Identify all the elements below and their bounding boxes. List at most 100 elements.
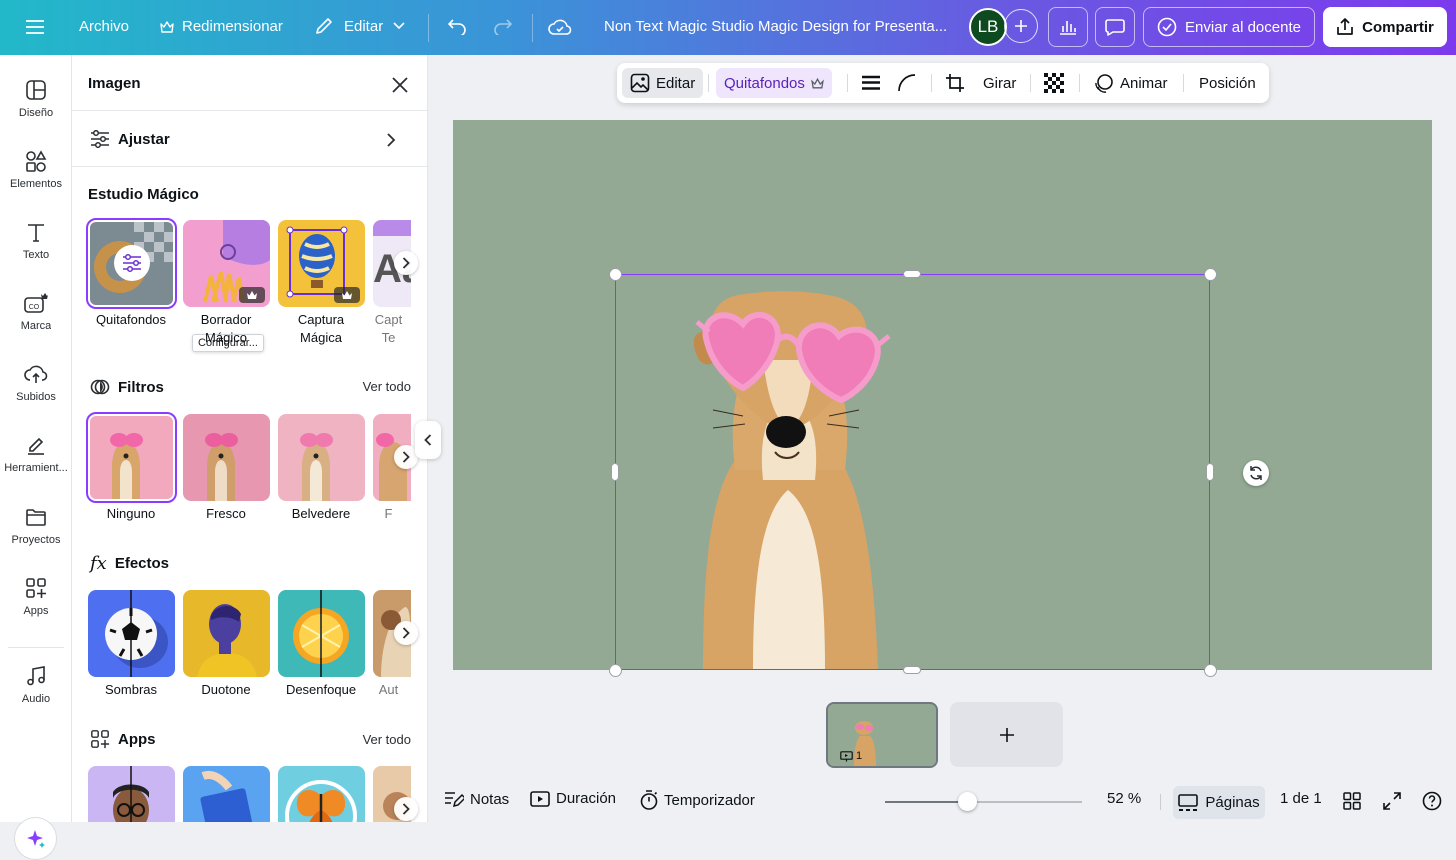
chevron-right-icon[interactable] [394, 797, 418, 821]
timer-button[interactable]: Temporizador [640, 790, 755, 810]
insights-button[interactable] [1048, 7, 1088, 47]
cloud-sync-icon[interactable] [543, 10, 577, 44]
resize-handle-top[interactable] [903, 270, 921, 278]
edit-mode-dropdown[interactable]: Editar [314, 16, 405, 36]
effect-blur[interactable] [278, 590, 365, 677]
fullscreen-button[interactable] [1383, 792, 1401, 810]
resize-handle-top-left[interactable] [609, 268, 622, 281]
animate-button[interactable]: Animar [1094, 68, 1168, 98]
rail-item-design[interactable]: Diseño [0, 79, 72, 119]
filters-see-all-link[interactable]: Ver todo [363, 379, 411, 394]
orange-slice-thumbnail [278, 590, 365, 677]
rail-item-apps[interactable]: Apps [0, 577, 72, 617]
rail-item-uploads[interactable]: Subidos [0, 363, 72, 403]
page-count: 1 de 1 [1280, 790, 1322, 807]
undo-icon[interactable] [440, 10, 474, 44]
resize-handle-bottom-left[interactable] [609, 664, 622, 677]
border-style-button[interactable] [862, 68, 880, 98]
magic-assistant-button[interactable] [14, 817, 57, 860]
avatar[interactable]: LB [969, 8, 1007, 46]
rotate-handle[interactable] [1243, 460, 1269, 486]
resize-handle-left[interactable] [611, 463, 619, 481]
tile-label: Duotone [201, 682, 251, 697]
rail-label: Texto [22, 249, 50, 261]
rail-label: Elementos [10, 178, 62, 190]
presentation-icon [840, 750, 853, 762]
notes-button[interactable]: Notas [444, 790, 509, 808]
add-collaborator-button[interactable] [1004, 9, 1038, 43]
file-menu-label: Archivo [79, 18, 130, 35]
rail-item-projects[interactable]: Proyectos [0, 506, 72, 546]
app-tile[interactable] [88, 766, 175, 822]
divider [708, 74, 709, 92]
tile-label: Sombras [104, 682, 158, 697]
rail-item-brand[interactable]: CO Marca [0, 292, 72, 332]
crop-button[interactable] [945, 68, 965, 98]
corner-rounding-button[interactable] [898, 68, 916, 98]
draw-tool-icon [25, 434, 47, 456]
tile-bg-remover[interactable] [86, 218, 177, 309]
resize-button[interactable]: Redimensionar [160, 18, 283, 35]
tile-label: Ninguno [106, 506, 156, 521]
duration-button[interactable]: Duración [530, 790, 616, 807]
resize-handle-top-right[interactable] [1204, 268, 1217, 281]
edit-image-button[interactable]: Editar [622, 68, 704, 98]
effect-shadows[interactable] [88, 590, 175, 677]
filter-belvedere[interactable] [278, 414, 365, 501]
close-icon[interactable] [388, 73, 412, 97]
add-page-button[interactable] [950, 702, 1063, 767]
rail-item-tools[interactable]: Herramient... [0, 434, 72, 474]
tile-magic-grab[interactable] [278, 220, 365, 307]
divider [428, 14, 429, 42]
app-tile[interactable] [278, 766, 365, 822]
resize-handle-right[interactable] [1206, 463, 1214, 481]
chevron-right-icon[interactable] [386, 133, 396, 147]
divider [931, 74, 932, 92]
pages-button[interactable]: Páginas [1173, 786, 1265, 819]
page-thumbnail[interactable]: 1 [826, 702, 938, 768]
magic-studio-title-text: Estudio Mágico [88, 186, 199, 203]
redo-icon[interactable] [486, 10, 520, 44]
file-menu[interactable]: Archivo [79, 18, 129, 35]
plus-icon [999, 727, 1015, 743]
menu-icon[interactable] [18, 10, 52, 44]
resize-handle-bottom-right[interactable] [1204, 664, 1217, 677]
filter-fresco[interactable] [183, 414, 270, 501]
flip-button[interactable]: Girar [983, 68, 1016, 98]
edit-mode-label: Editar [344, 17, 384, 35]
send-to-teacher-button[interactable]: Enviar al docente [1143, 7, 1315, 47]
zoom-slider-knob[interactable] [958, 792, 978, 811]
rail-item-elements[interactable]: Elementos [0, 150, 72, 190]
tile-magic-eraser[interactable] [183, 220, 270, 307]
app-tile[interactable] [183, 766, 270, 822]
share-button[interactable]: Compartir [1323, 7, 1447, 47]
divider [532, 14, 533, 42]
rail-item-text[interactable]: Texto [0, 221, 72, 261]
bg-remover-thumbnail [90, 222, 173, 305]
grid-view-button[interactable] [1343, 792, 1361, 810]
transparency-button[interactable] [1044, 68, 1064, 98]
chevron-right-icon[interactable] [394, 251, 418, 275]
adjust-row[interactable]: Ajustar [90, 130, 170, 148]
collapse-panel-button[interactable] [415, 421, 441, 459]
help-button[interactable] [1422, 791, 1442, 811]
comments-button[interactable] [1095, 7, 1135, 47]
filter-none[interactable] [86, 412, 177, 503]
selection-box [615, 274, 1210, 670]
apps-see-all-link[interactable]: Ver todo [363, 732, 411, 747]
rail-item-audio[interactable]: Audio [0, 665, 72, 705]
comment-icon [1105, 18, 1125, 36]
top-bar: Archivo Redimensionar Editar Non Text Ma… [0, 0, 1456, 55]
corner-radius-icon [898, 74, 916, 92]
resize-handle-bottom[interactable] [903, 666, 921, 674]
butterfly-thumbnail [278, 766, 365, 822]
stopwatch-icon [640, 790, 658, 810]
effect-duotone[interactable] [183, 590, 270, 677]
bg-remover-button[interactable]: Quitafondos [716, 68, 832, 98]
chevron-right-icon[interactable] [394, 621, 418, 645]
divider [72, 166, 427, 167]
position-button[interactable]: Posición [1199, 68, 1256, 98]
zoom-level[interactable]: 52 % [1107, 790, 1141, 807]
soccer-ball-thumbnail [88, 590, 175, 677]
document-title[interactable]: Non Text Magic Studio Magic Design for P… [604, 18, 947, 35]
